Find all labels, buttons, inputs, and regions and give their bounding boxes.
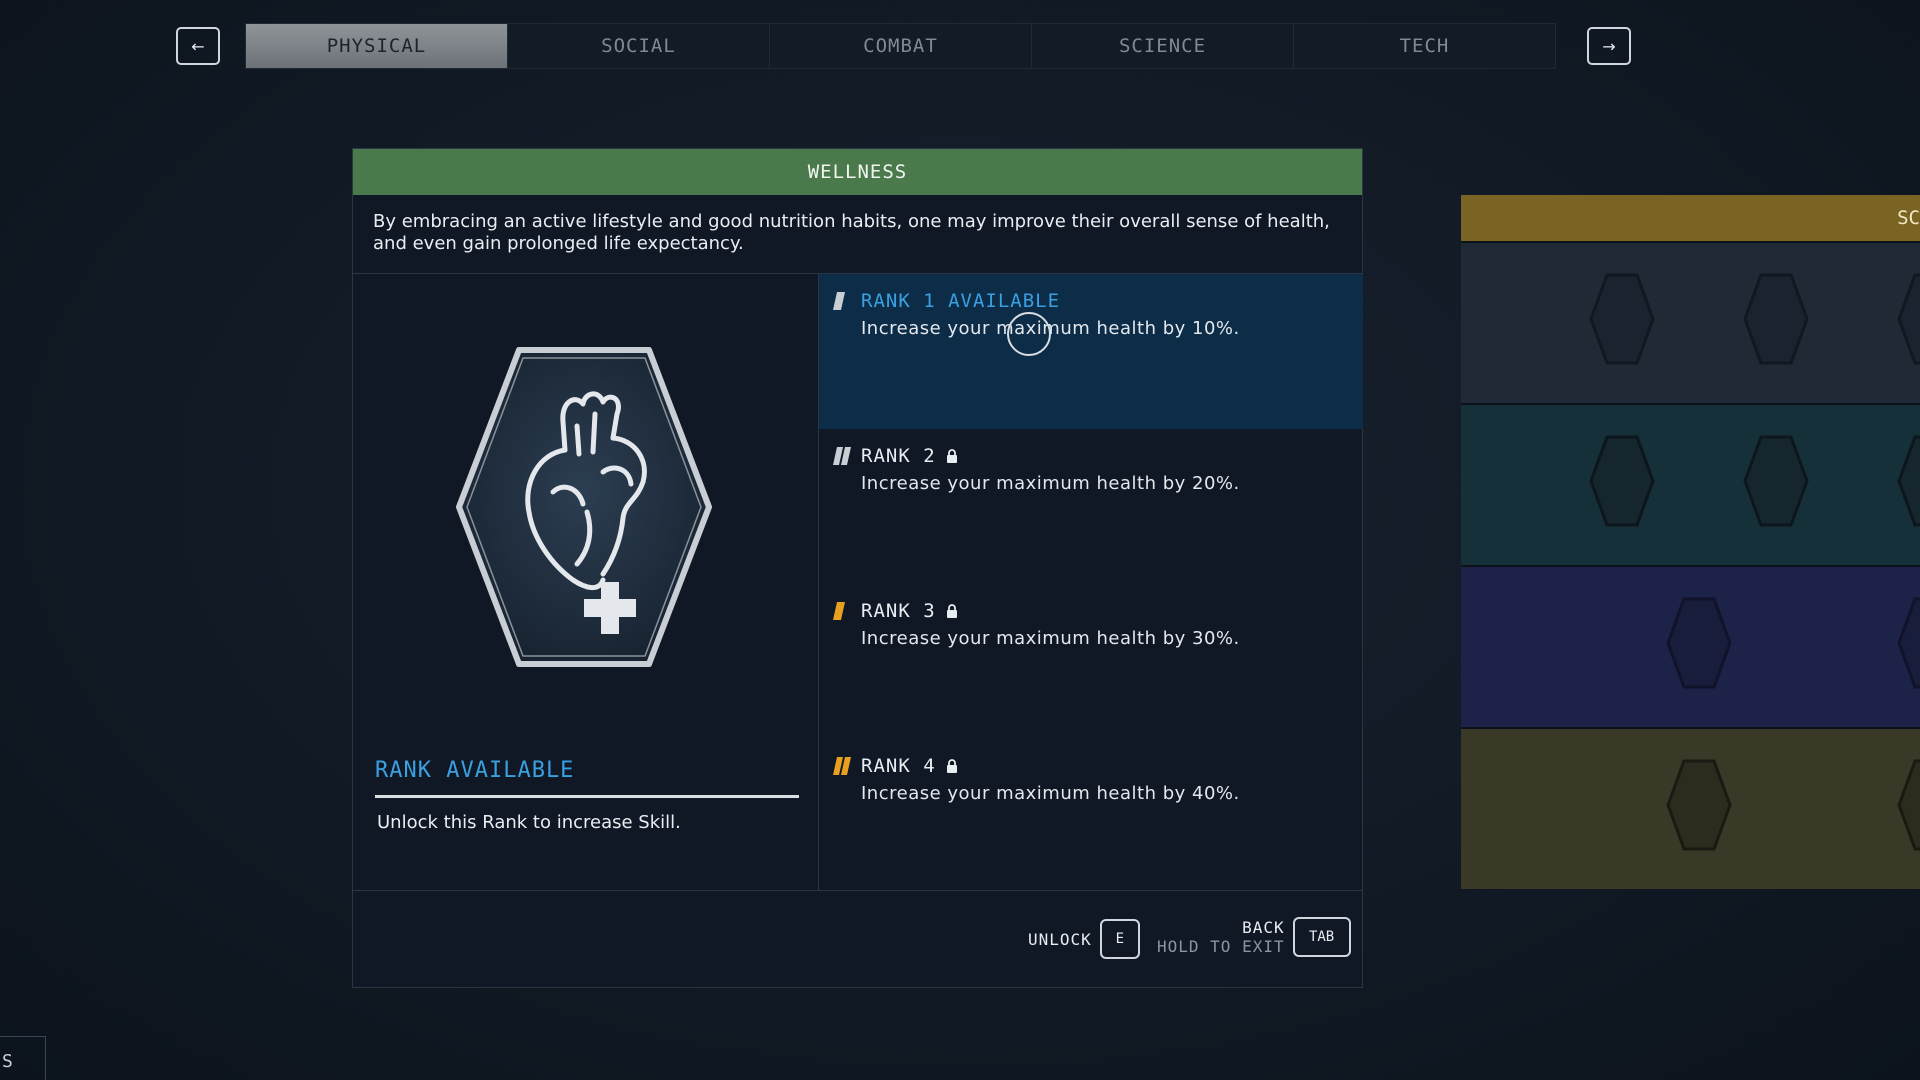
arrow-right-icon: → <box>1602 36 1616 56</box>
prev-category-button[interactable]: ← <box>176 27 220 65</box>
rank-row-1[interactable]: RANK 1 AVAILABLE Increase your maximum h… <box>819 274 1363 429</box>
corner-label: S <box>0 1036 46 1080</box>
skill-hex-icon[interactable] <box>1897 435 1920 527</box>
skill-description: By embracing an active lifestyle and goo… <box>353 195 1362 274</box>
back-button[interactable]: BACK HOLD TO EXIT TAB <box>1157 917 1351 957</box>
skill-tree-preview: SC <box>1461 195 1920 895</box>
rank-description: Increase your maximum health by 20%. <box>861 473 1240 494</box>
rank-title: RANK 1 AVAILABLE <box>861 290 1061 312</box>
lock-icon <box>946 758 957 773</box>
rank-row-2[interactable]: RANK 2 Increase your maximum health by 2… <box>819 429 1363 584</box>
skill-hex-icon[interactable] <box>1897 273 1920 365</box>
rank-title-text: RANK 4 <box>861 755 936 777</box>
cursor-ring <box>1007 312 1051 356</box>
key-e: E <box>1099 919 1140 959</box>
skill-hex-icon[interactable] <box>1666 759 1732 851</box>
skill-badge-area: RANK AVAILABLE Unlock this Rank to incre… <box>353 274 819 890</box>
rank-title: RANK 2 <box>861 445 958 467</box>
skill-tier-row-2 <box>1461 403 1920 565</box>
key-tab: TAB <box>1292 917 1351 957</box>
divider <box>375 795 799 798</box>
skill-hex-icon[interactable] <box>1897 759 1920 851</box>
skill-hex-icon[interactable] <box>1589 435 1655 527</box>
rank-title: RANK 4 <box>861 755 958 777</box>
skill-category-tabs: PHYSICAL SOCIAL COMBAT SCIENCE TECH <box>245 23 1556 69</box>
rank-hint: Unlock this Rank to increase Skill. <box>377 812 681 833</box>
heart-plus-icon <box>453 342 715 672</box>
tab-social[interactable]: SOCIAL <box>508 24 770 68</box>
tab-science[interactable]: SCIENCE <box>1032 24 1294 68</box>
rank-3-marker-icon <box>833 602 845 620</box>
rank-description: Increase your maximum health by 40%. <box>861 783 1240 804</box>
skill-hex-icon[interactable] <box>1666 597 1732 689</box>
unlock-button[interactable]: UNLOCK E <box>1028 919 1140 959</box>
button-prompts: UNLOCK E BACK HOLD TO EXIT TAB <box>353 891 1362 983</box>
skill-tier-row-3 <box>1461 565 1920 727</box>
skill-hex-icon[interactable] <box>1897 597 1920 689</box>
tab-physical[interactable]: PHYSICAL <box>246 24 508 68</box>
lock-icon <box>946 448 957 463</box>
rank-title-text: RANK 3 <box>861 600 936 622</box>
skill-title: WELLNESS <box>353 149 1362 195</box>
skill-tier-row-4 <box>1461 727 1920 889</box>
rank-status: RANK AVAILABLE <box>375 758 575 783</box>
rank-description: Increase your maximum health by 30%. <box>861 628 1240 649</box>
skill-tier-row-1 <box>1461 241 1920 403</box>
skill-hex-icon[interactable] <box>1743 273 1809 365</box>
lock-icon <box>946 603 957 618</box>
skill-hex-icon[interactable] <box>1743 435 1809 527</box>
tab-combat[interactable]: COMBAT <box>770 24 1032 68</box>
side-panel-header: SC <box>1461 195 1920 241</box>
rank-row-4[interactable]: RANK 4 Increase your maximum health by 4… <box>819 739 1363 894</box>
rank-title: RANK 3 <box>861 600 958 622</box>
skill-detail-panel: WELLNESS By embracing an active lifestyl… <box>352 148 1363 988</box>
rank-list: RANK 1 AVAILABLE Increase your maximum h… <box>819 274 1363 890</box>
hold-to-exit-label: HOLD TO EXIT <box>1157 937 1285 956</box>
unlock-label: UNLOCK <box>1028 929 1092 949</box>
next-category-button[interactable]: → <box>1587 27 1631 65</box>
rank-4-marker-icon <box>833 757 851 775</box>
back-labels: BACK HOLD TO EXIT <box>1157 918 1285 956</box>
arrow-left-icon: ← <box>191 36 205 56</box>
rank-2-marker-icon <box>833 447 851 465</box>
skill-hex-icon[interactable] <box>1589 273 1655 365</box>
rank-1-marker-icon <box>833 292 845 310</box>
back-label: BACK <box>1242 918 1285 937</box>
rank-title-text: RANK 2 <box>861 445 936 467</box>
tab-tech[interactable]: TECH <box>1294 24 1555 68</box>
rank-row-3[interactable]: RANK 3 Increase your maximum health by 3… <box>819 584 1363 739</box>
